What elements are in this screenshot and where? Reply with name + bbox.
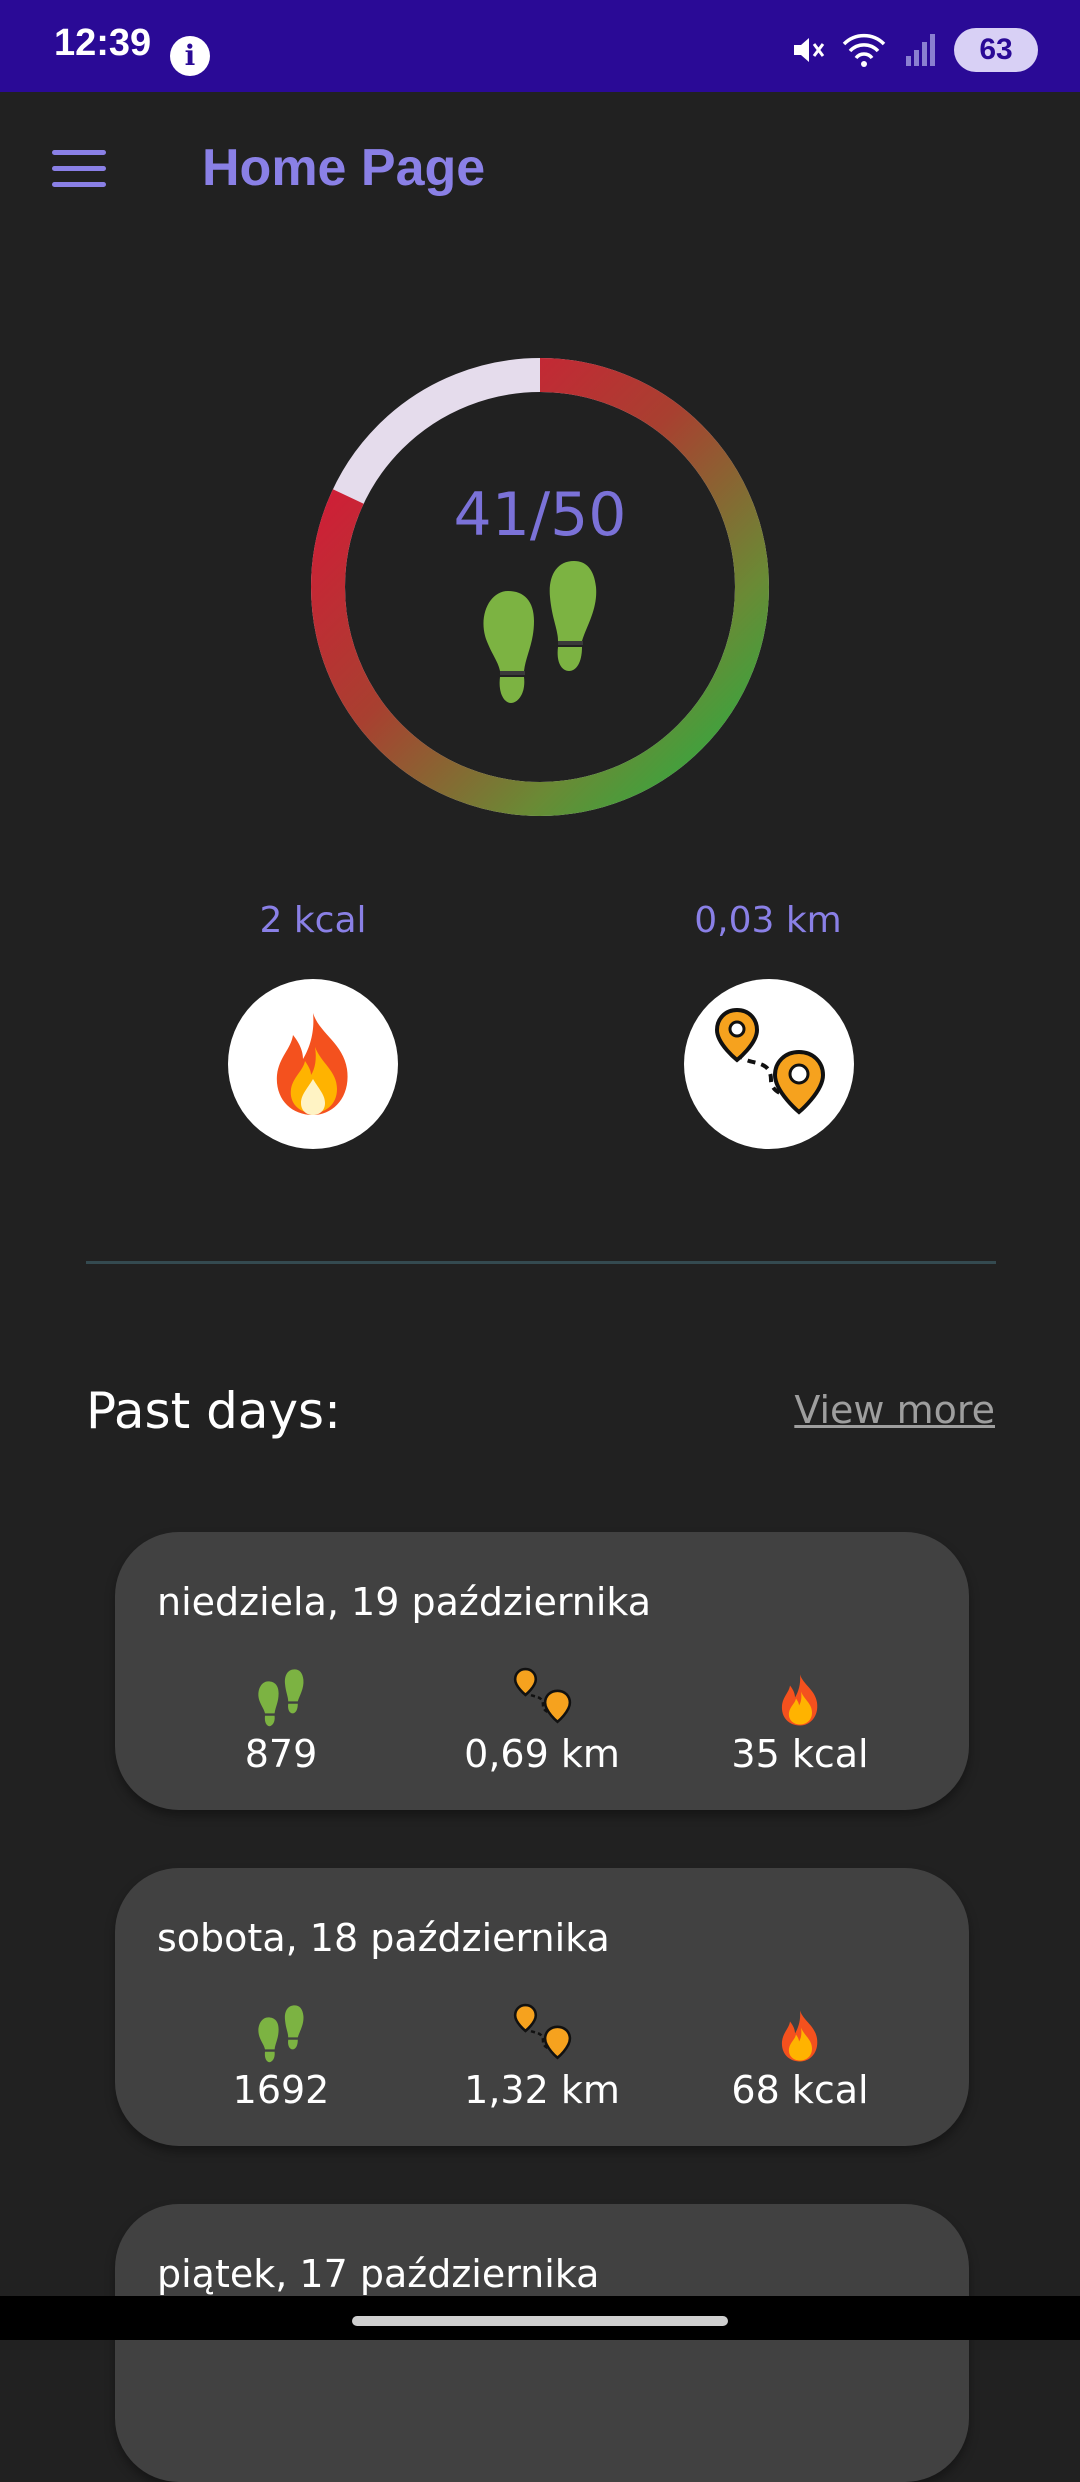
wifi-icon	[842, 33, 886, 67]
day-steps: 879	[171, 1658, 391, 1776]
route-icon	[513, 1667, 572, 1724]
calories-value: 35 kcal	[731, 1732, 869, 1776]
footsteps-icon	[258, 2005, 304, 2063]
day-calories: 35 kcal	[690, 1658, 910, 1776]
hamburger-icon[interactable]	[52, 150, 106, 190]
fire-icon	[781, 1674, 818, 1726]
status-icons: 63	[790, 28, 1038, 72]
calories-label: 2 kcal	[259, 900, 367, 941]
past-day-card[interactable]: niedziela, 19 października 879 0,69 km 3…	[115, 1532, 969, 1810]
section-divider	[86, 1261, 996, 1264]
day-distance: 0,69 km	[432, 1658, 652, 1776]
steps-value: 1692	[232, 2068, 330, 2112]
page-title: Home Page	[202, 139, 486, 197]
battery-indicator: 63	[954, 28, 1038, 72]
calories-value: 68 kcal	[731, 2068, 869, 2112]
distance-label: 0,03 km	[694, 900, 842, 941]
steps-goal-value: 41/50	[453, 480, 627, 550]
info-icon: i	[170, 36, 210, 76]
app-bar: Home Page	[0, 92, 1080, 248]
past-day-card[interactable]: piątek, 17 października	[115, 2204, 969, 2482]
fire-icon	[781, 2010, 818, 2062]
fire-icon	[276, 1013, 348, 1115]
route-icon	[714, 1007, 826, 1115]
footsteps-icon	[483, 561, 597, 703]
past-days-title: Past days:	[86, 1382, 341, 1440]
past-day-card[interactable]: sobota, 18 października 1692 1,32 km 68 …	[115, 1868, 969, 2146]
day-date: sobota, 18 października	[157, 1916, 610, 1960]
gesture-handle[interactable]	[352, 2316, 728, 2326]
route-icon	[513, 2003, 572, 2060]
status-bar: 12:39 i 63	[0, 0, 1080, 92]
day-distance: 1,32 km	[432, 1994, 652, 2112]
day-calories: 68 kcal	[690, 1994, 910, 2112]
day-date: piątek, 17 października	[157, 2252, 600, 2296]
battery-level: 63	[979, 33, 1013, 66]
calories-button[interactable]	[228, 979, 398, 1149]
view-more-link[interactable]: View more	[794, 1388, 995, 1432]
distance-button[interactable]	[684, 979, 854, 1149]
day-date: niedziela, 19 października	[157, 1580, 652, 1624]
distance-value: 0,69 km	[464, 1732, 620, 1776]
signal-icon	[906, 34, 935, 66]
footsteps-icon	[258, 1669, 304, 1727]
steps-value: 879	[244, 1732, 318, 1776]
distance-value: 1,32 km	[464, 2068, 620, 2112]
status-time: 12:39	[54, 22, 152, 64]
mute-icon	[794, 38, 825, 62]
day-steps: 1692	[171, 1994, 391, 2112]
